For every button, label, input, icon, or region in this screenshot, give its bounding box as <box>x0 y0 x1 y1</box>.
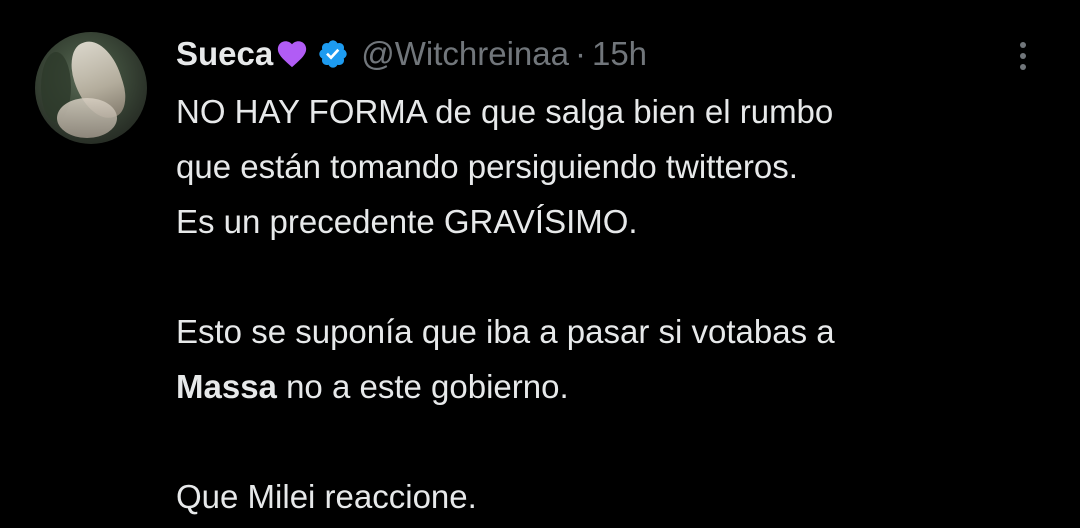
tweet-line: NO HAY FORMA de que salga bien el rumbo <box>176 93 834 130</box>
tweet-line: que están tomando persiguiendo twitteros… <box>176 148 798 185</box>
more-options-icon[interactable] <box>1010 36 1036 76</box>
author-handle[interactable]: @Witchreinaa <box>361 35 569 73</box>
timestamp[interactable]: 15h <box>592 35 647 73</box>
tweet-line: Massa no a este gobierno. <box>176 359 1056 414</box>
tweet-text: NO HAY FORMA de que salga bien el rumbo … <box>176 84 1056 524</box>
separator-dot: · <box>574 35 586 72</box>
tweet-line: Que Milei reaccione. <box>176 478 477 515</box>
author-name[interactable]: Sueca <box>176 35 273 73</box>
tweet[interactable]: Sueca @Witchreinaa · 15h NO HAY FORMA de… <box>0 0 1080 528</box>
tweet-line: Es un precedente GRAVÍSIMO. <box>176 203 638 240</box>
verified-badge-icon <box>319 40 347 68</box>
tweet-line-rest: no a este gobierno. <box>276 368 569 405</box>
tweet-header: Sueca @Witchreinaa · 15h <box>176 30 647 78</box>
avatar[interactable] <box>35 32 147 144</box>
bold-name: Massa <box>176 368 277 405</box>
tweet-line: Esto se suponía que iba a pasar si votab… <box>176 313 835 350</box>
purple-heart-icon <box>278 41 307 68</box>
